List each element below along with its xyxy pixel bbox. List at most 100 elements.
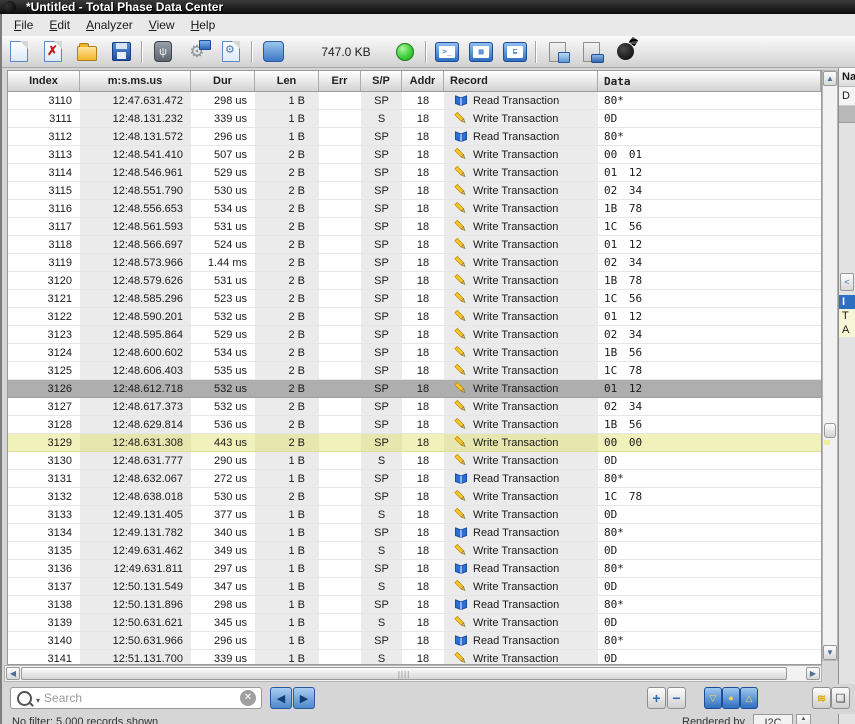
cell-data: 1B 56 [598, 344, 821, 362]
table-row[interactable]: 3119 12:48.573.966 1.44 ms 2 B SP 18 Write Tra… [8, 254, 821, 272]
table-row[interactable]: 3120 12:48.579.626 531 us 2 B SP 18 Write Tran… [8, 272, 821, 290]
table-row[interactable]: 3133 12:49.131.405 377 us 1 B S 18 Write Trans… [8, 506, 821, 524]
cell-rec: Write Transaction [444, 200, 598, 218]
column-header-addr[interactable]: Addr [402, 71, 444, 91]
table-row[interactable]: 3118 12:48.566.697 524 us 2 B SP 18 Write Tran… [8, 236, 821, 254]
table-row[interactable]: 3124 12:48.600.602 534 us 2 B SP 18 Write Tran… [8, 344, 821, 362]
protocol-lens-select[interactable]: I2C [753, 714, 793, 724]
menu-item-help[interactable]: Help [183, 15, 224, 35]
horizontal-scrollbar[interactable]: ◀ |||| ▶ [4, 665, 822, 682]
table-row[interactable]: 3138 12:50.131.896 298 us 1 B SP 18 Read Trans… [8, 596, 821, 614]
zoom-in-button[interactable]: + [647, 687, 666, 709]
search-icon [17, 690, 32, 706]
table-row[interactable]: 3130 12:48.631.777 290 us 1 B S 18 Write Trans… [8, 452, 821, 470]
record-label: Write Transaction [473, 580, 559, 593]
paste-icon [548, 41, 570, 63]
table-row[interactable]: 3121 12:48.585.296 523 us 2 B SP 18 Write Tran… [8, 290, 821, 308]
column-header-record[interactable]: Record [444, 71, 598, 91]
table-row[interactable]: 3116 12:48.556.653 534 us 2 B SP 18 Write Tran… [8, 200, 821, 218]
cell-time: 12:48.585.296 [80, 290, 191, 308]
table-row[interactable]: 3112 12:48.131.572 296 us 1 B SP 18 Read Trans… [8, 128, 821, 146]
table-row[interactable]: 3139 12:50.631.621 345 us 1 B S 18 Write Trans… [8, 614, 821, 632]
column-header-dur[interactable]: Dur [191, 71, 255, 91]
table-row[interactable]: 3127 12:48.617.373 532 us 2 B SP 18 Write Tran… [8, 398, 821, 416]
panel-collapse-button[interactable]: < [840, 273, 854, 291]
cell-data: 1C 78 [598, 362, 821, 380]
terminal-view-button[interactable]: >_ [434, 39, 460, 65]
scroll-log-button[interactable]: ❏ [831, 687, 850, 709]
table-row[interactable]: 3137 12:50.131.549 347 us 1 B S 18 Write Trans… [8, 578, 821, 596]
table-row[interactable]: 3136 12:49.631.811 297 us 1 B SP 18 Read Trans… [8, 560, 821, 578]
column-header-err[interactable]: Err [319, 71, 361, 91]
scroll-up-button[interactable]: ▲ [823, 71, 837, 86]
goto-position-button[interactable]: ● [722, 687, 740, 709]
search-clear-icon[interactable]: ✕ [240, 690, 256, 706]
search-input[interactable] [42, 690, 240, 706]
table-row[interactable]: 3117 12:48.561.593 531 us 2 B SP 18 Write Tran… [8, 218, 821, 236]
bomb-logo-button[interactable] [612, 39, 638, 65]
realtime-hold-button[interactable]: ≋ [812, 687, 831, 709]
search-options-caret-icon[interactable]: ▾ [36, 696, 40, 705]
transaction-view-button[interactable]: ▦ [468, 39, 494, 65]
table-row[interactable]: 3122 12:48.590.201 532 us 2 B SP 18 Write Tran… [8, 308, 821, 326]
table-row[interactable]: 3114 12:48.546.961 529 us 2 B SP 18 Write Tran… [8, 164, 821, 182]
capture-settings-button[interactable]: ⚙ [184, 39, 211, 65]
save-file-button[interactable] [108, 39, 134, 65]
search-prev-button[interactable]: ◀ [270, 687, 292, 709]
menu-item-file[interactable]: File [6, 15, 41, 35]
table-row[interactable]: 3123 12:48.595.864 529 us 2 B SP 18 Write Tran… [8, 326, 821, 344]
cell-index: 3135 [8, 542, 80, 560]
column-header-len[interactable]: Len [255, 71, 319, 91]
table-row[interactable]: 3125 12:48.606.403 535 us 2 B SP 18 Write Tran… [8, 362, 821, 380]
table-row[interactable]: 3126 12:48.612.718 532 us 2 B SP 18 Write Tran… [8, 380, 821, 398]
menu-item-view[interactable]: View [141, 15, 183, 35]
cell-data: 0D [598, 578, 821, 596]
side-panel-sliver: Na D < I T A [838, 68, 855, 724]
cell-rec: Write Transaction [444, 254, 598, 272]
table-row[interactable]: 3111 12:48.131.232 339 us 1 B S 18 Write Trans… [8, 110, 821, 128]
scroll-down-button[interactable]: ▼ [823, 645, 837, 660]
cell-dur: 296 us [191, 128, 255, 146]
open-file-button[interactable] [74, 39, 100, 65]
capture-control-button[interactable] [260, 39, 286, 65]
cell-sp: S [361, 110, 402, 128]
menu-item-analyzer[interactable]: Analyzer [78, 15, 141, 35]
table-row[interactable]: 3131 12:48.632.067 272 us 1 B SP 18 Read Trans… [8, 470, 821, 488]
table-row[interactable]: 3128 12:48.629.814 536 us 2 B SP 18 Write Tran… [8, 416, 821, 434]
scroll-left-button[interactable]: ◀ [6, 667, 20, 680]
column-header-s-p[interactable]: S/P [361, 71, 402, 91]
table-row[interactable]: 3141 12:51.131.700 339 us 1 B S 18 Write Trans… [8, 650, 821, 664]
search-next-button[interactable]: ▶ [293, 687, 315, 709]
save-selection-button[interactable] [578, 39, 604, 65]
table-row[interactable]: 3135 12:49.631.462 349 us 1 B S 18 Write Trans… [8, 542, 821, 560]
device-settings-button[interactable]: ⚙ [218, 39, 244, 65]
paste-button[interactable] [544, 39, 570, 65]
goto-end-button[interactable]: △ [740, 687, 758, 709]
cell-dur: 443 us [191, 434, 255, 452]
table-row[interactable]: 3129 12:48.631.308 443 us 2 B SP 18 Write Tran… [8, 434, 821, 452]
table-row[interactable]: 3113 12:48.541.410 507 us 2 B SP 18 Write Tran… [8, 146, 821, 164]
horizontal-scroll-thumb[interactable]: |||| [21, 667, 787, 680]
vertical-scrollbar[interactable]: ▲ ▼ [822, 70, 838, 661]
table-row[interactable]: 3110 12:47.631.472 298 us 1 B SP 18 Read Trans… [8, 92, 821, 110]
zoom-out-button[interactable]: − [667, 687, 686, 709]
menu-item-edit[interactable]: Edit [41, 15, 78, 35]
connect-device-button[interactable]: ψ [150, 39, 176, 65]
cell-addr: 18 [402, 254, 444, 272]
column-header-data[interactable]: Data [598, 71, 821, 91]
column-header-index[interactable]: Index [8, 71, 80, 91]
table-row[interactable]: 3132 12:48.638.018 530 us 2 B SP 18 Write Tran… [8, 488, 821, 506]
goto-begin-button[interactable]: ▽ [704, 687, 722, 709]
scroll-right-button[interactable]: ▶ [806, 667, 820, 680]
cell-index: 3126 [8, 380, 80, 398]
vertical-scroll-thumb[interactable] [824, 423, 836, 438]
close-capture-button[interactable]: ✗ [40, 39, 66, 65]
protocol-lens-spinner[interactable]: ▲▼ [796, 714, 811, 724]
new-capture-button[interactable] [6, 39, 32, 65]
cell-rec: Write Transaction [444, 452, 598, 470]
table-row[interactable]: 3140 12:50.631.966 296 us 1 B SP 18 Read Trans… [8, 632, 821, 650]
table-row[interactable]: 3134 12:49.131.782 340 us 1 B SP 18 Read Trans… [8, 524, 821, 542]
timeline-view-button[interactable]: ⊑ [502, 39, 528, 65]
table-row[interactable]: 3115 12:48.551.790 530 us 2 B SP 18 Write Tran… [8, 182, 821, 200]
column-header-m-s-ms-us[interactable]: m:s.ms.us [80, 71, 191, 91]
